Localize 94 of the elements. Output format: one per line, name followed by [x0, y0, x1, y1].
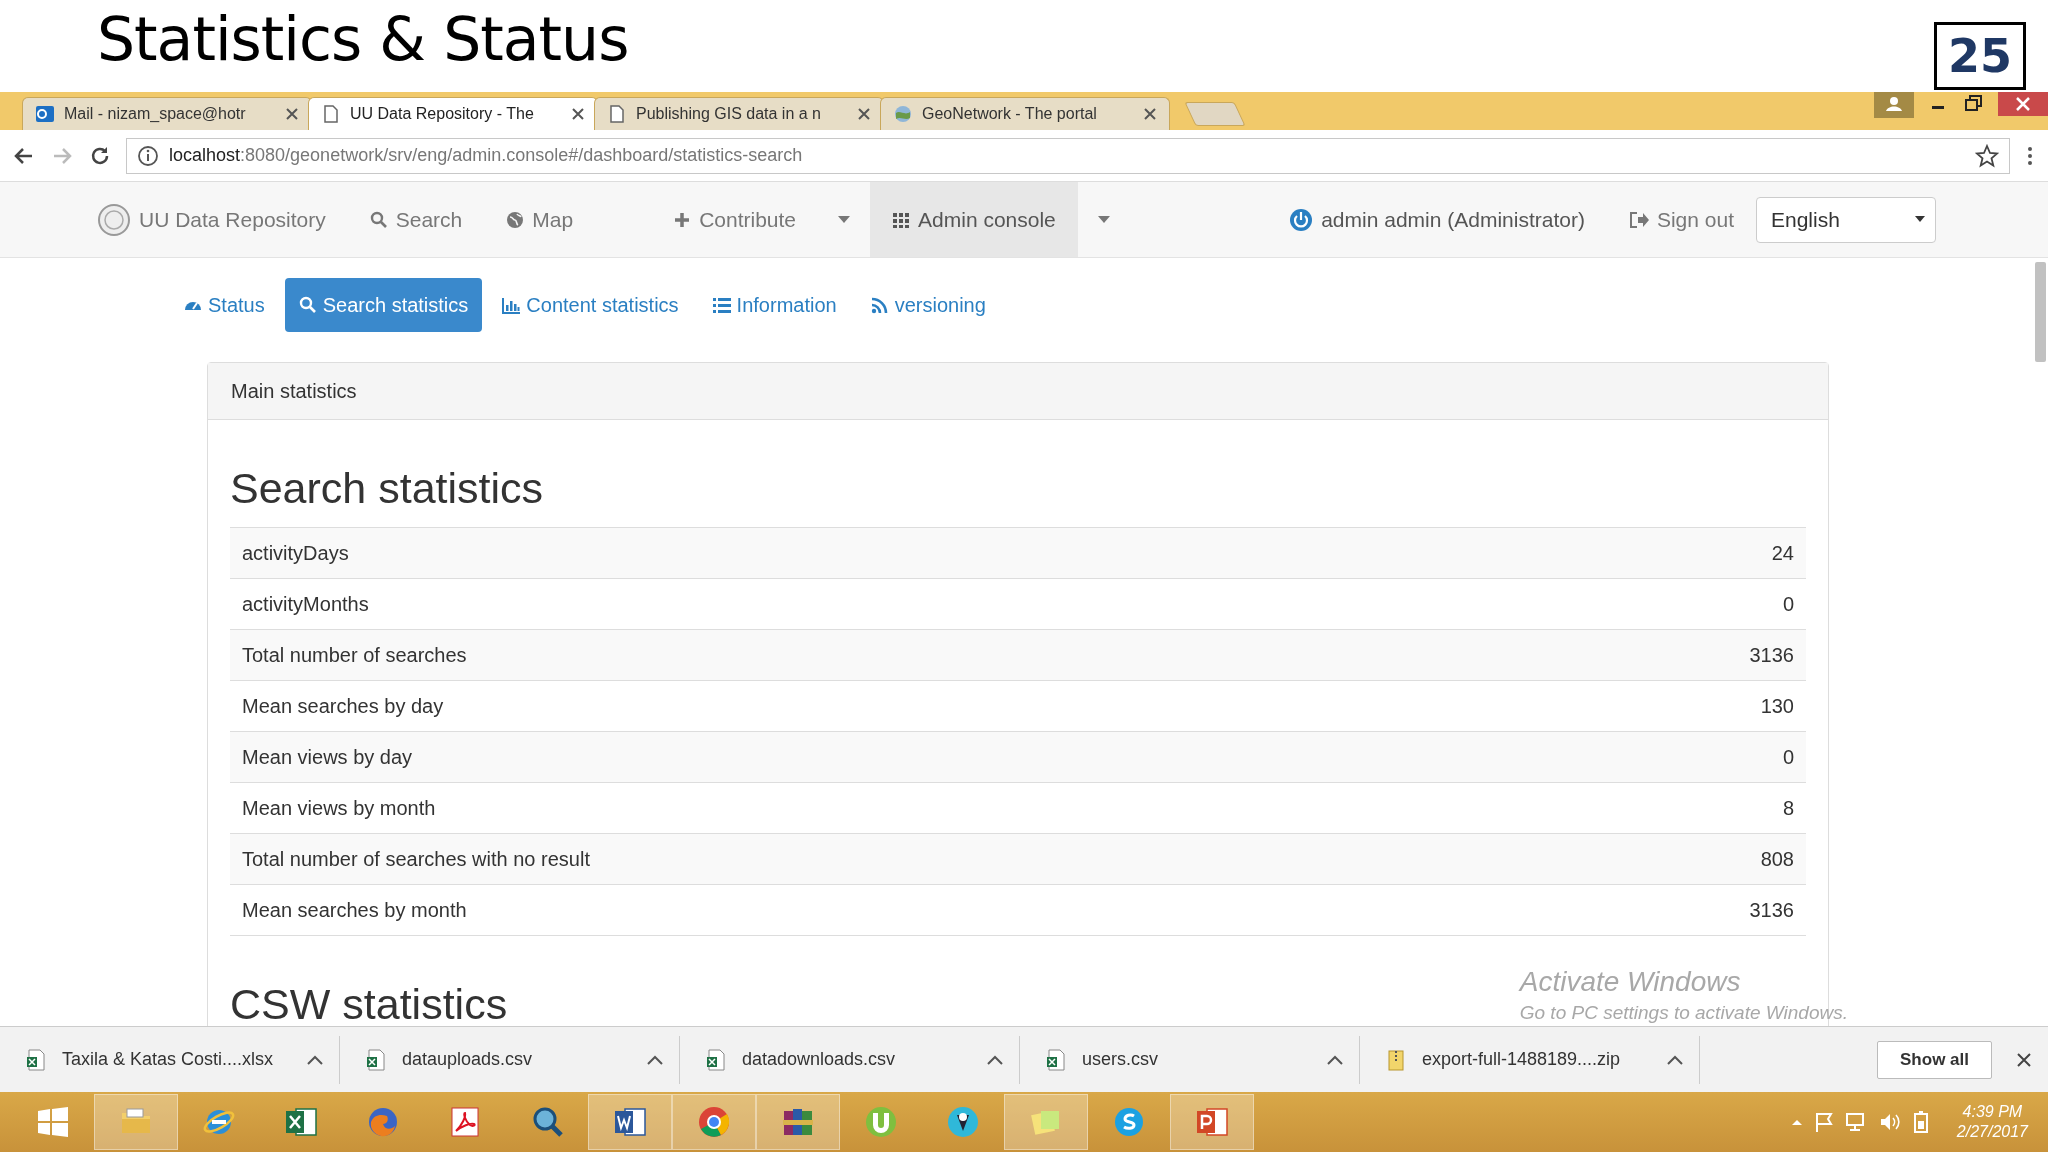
stat-value: 3136: [1749, 643, 1794, 667]
stat-value: 24: [1771, 541, 1794, 565]
flag-icon[interactable]: [1814, 1112, 1833, 1132]
nav-item[interactable]: Map: [484, 182, 596, 257]
power-icon: [1289, 207, 1314, 232]
stat-label: Mean views by day: [242, 745, 413, 769]
chat-icon[interactable]: [1112, 1105, 1146, 1139]
page-icon: [607, 104, 627, 124]
chevron-up-icon[interactable]: [647, 1054, 663, 1065]
download-item[interactable]: Taxila & Katas Costi....xlsx: [0, 1035, 340, 1084]
sign-out-icon: [1628, 210, 1649, 229]
brand-link[interactable]: UU Data Repository: [97, 182, 348, 257]
rss-icon: [870, 296, 889, 314]
page-number: 25: [1934, 22, 2026, 90]
archive-file-icon: [1386, 1048, 1406, 1071]
bar-chart-icon: [502, 296, 521, 314]
caret-icon[interactable]: [838, 215, 851, 224]
close-icon[interactable]: [285, 107, 299, 121]
plus-icon: [673, 210, 692, 229]
stat-value: 3136: [1749, 898, 1794, 922]
download-item[interactable]: export-full-1488189....zip: [1360, 1035, 1700, 1084]
browser-tab[interactable]: GeoNetwork - The portal: [880, 97, 1170, 130]
dashboard-tab[interactable]: versioning: [856, 278, 1000, 332]
battery-icon[interactable]: [1912, 1111, 1929, 1133]
document-icon[interactable]: [613, 1105, 647, 1139]
user-link[interactable]: admin admin (Administrator): [1267, 182, 1607, 257]
stat-label: Mean searches by month: [242, 898, 467, 922]
language-select[interactable]: English: [1756, 196, 1936, 243]
pdf-icon[interactable]: [448, 1105, 482, 1139]
stat-label: Mean searches by day: [242, 694, 444, 718]
speaker-icon[interactable]: [1878, 1112, 1901, 1132]
chevron-up-icon[interactable]: [1327, 1054, 1343, 1065]
download-item[interactable]: datadownloads.csv: [680, 1035, 1020, 1084]
activation-notice: Activate Windows: [1519, 966, 1742, 998]
spreadsheet-file-icon: [1046, 1048, 1066, 1071]
slides-icon[interactable]: [1195, 1105, 1229, 1139]
spreadsheet-icon[interactable]: [284, 1105, 318, 1139]
dashboard-tab[interactable]: Content statistics: [488, 278, 693, 332]
section-title: Search statistics: [230, 463, 544, 514]
download-item[interactable]: users.csv: [1020, 1035, 1360, 1084]
stat-label: activityDays: [242, 541, 349, 565]
sign-out-link[interactable]: Sign out: [1606, 182, 1756, 257]
windows-logo-icon[interactable]: [36, 1105, 70, 1139]
close-icon[interactable]: [1998, 92, 2048, 116]
dashboard-tab[interactable]: Search statistics: [284, 278, 483, 332]
page-icon: [321, 104, 341, 124]
mail-icon: [35, 104, 55, 124]
stat-value: 0: [1782, 592, 1794, 616]
caret-icon: [1915, 216, 1925, 223]
download-item[interactable]: datauploads.csv: [340, 1035, 680, 1084]
close-icon[interactable]: [2016, 1051, 2032, 1068]
search-icon: [369, 210, 388, 229]
close-icon[interactable]: [571, 107, 585, 121]
clock-date: 2/27/2017: [1956, 1122, 2028, 1142]
dashboard-tab[interactable]: Status: [170, 278, 279, 332]
spreadsheet-file-icon: [706, 1048, 726, 1071]
stat-label: Mean views by month: [242, 796, 436, 820]
nav-item[interactable]: Contribute: [651, 182, 819, 257]
info-icon: [137, 144, 159, 167]
logo-icon: [97, 202, 131, 237]
stat-label: Total number of searches with no result: [242, 847, 590, 871]
close-icon[interactable]: [1143, 107, 1157, 121]
dashboard-tab[interactable]: Information: [698, 278, 851, 332]
panel-heading: Main statistics: [208, 363, 1828, 420]
stat-label: Total number of searches: [242, 643, 467, 667]
stat-label: activityMonths: [242, 592, 369, 616]
stat-value: 8: [1782, 796, 1794, 820]
section-title: CSW statistics: [230, 979, 508, 1026]
chevron-up-icon[interactable]: [1667, 1054, 1683, 1065]
caret-icon[interactable]: [1097, 215, 1110, 224]
clock-time: 4:39 PM: [1961, 1102, 2024, 1122]
nav-item[interactable]: Search: [347, 182, 485, 257]
profile-icon[interactable]: [1874, 92, 1914, 118]
torrent-icon[interactable]: [864, 1105, 898, 1139]
show-all-button[interactable]: Show all: [1877, 1040, 1992, 1079]
spreadsheet-file-icon: [26, 1048, 46, 1071]
close-icon[interactable]: [857, 107, 871, 121]
spreadsheet-file-icon: [366, 1048, 386, 1071]
search-icon: [298, 296, 317, 314]
grid-icon: [892, 210, 911, 229]
stat-value: 0: [1782, 745, 1794, 769]
list-icon: [712, 296, 731, 314]
chevron-up-icon[interactable]: [987, 1054, 1003, 1065]
slide-title: Statistics & Status: [97, 4, 629, 74]
address-field[interactable]: localhost:8080/geonetwork/srv/eng/admin.console#/dashboard/statistics-search: [126, 137, 2010, 174]
network-icon[interactable]: [1844, 1112, 1867, 1132]
stat-value: 130: [1760, 694, 1794, 718]
chrome-icon[interactable]: [697, 1105, 731, 1139]
activation-hint: Go to PC settings to activate Windows.: [1519, 1002, 1848, 1024]
nav-item[interactable]: Admin console: [870, 182, 1078, 257]
scrollbar-thumb[interactable]: [2035, 262, 2046, 362]
chevron-up-icon[interactable]: [307, 1054, 323, 1065]
stat-value: 808: [1760, 847, 1794, 871]
star-icon[interactable]: [1975, 143, 1999, 168]
